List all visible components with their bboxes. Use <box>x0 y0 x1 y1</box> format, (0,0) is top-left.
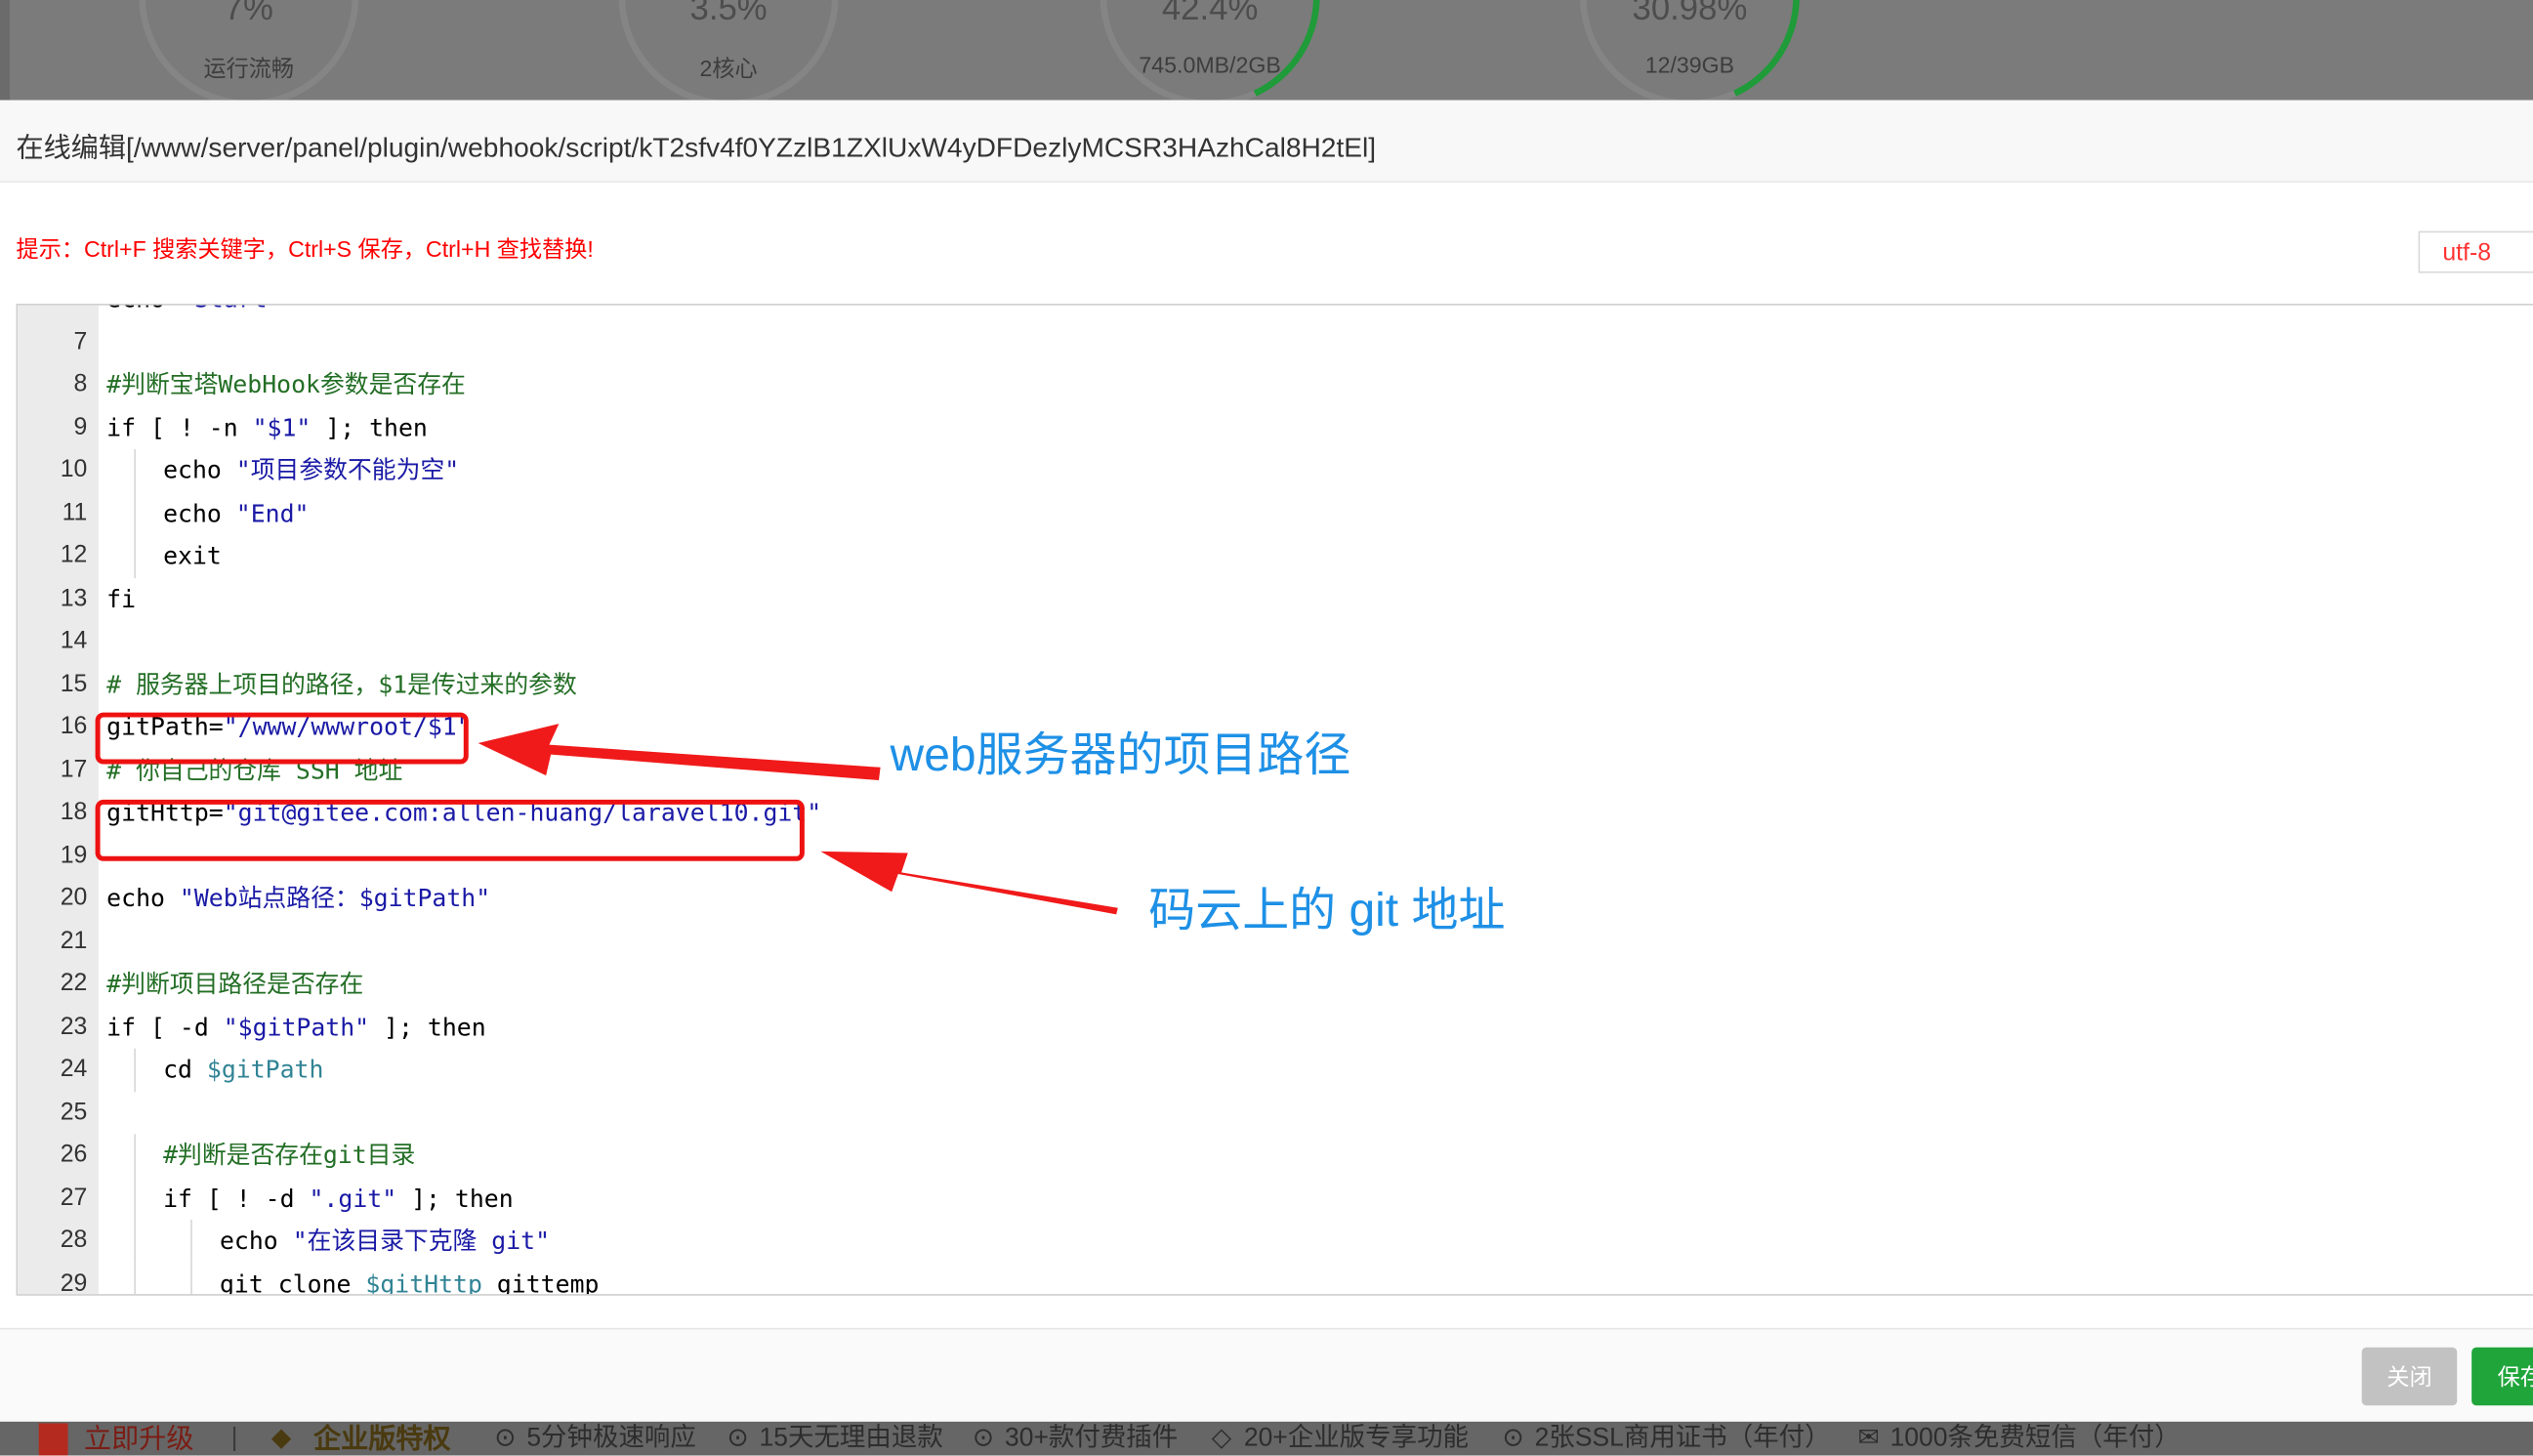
promo-item: 20+企业版专享功能 <box>1243 1425 1470 1453</box>
promo-item: 2张SSL商用证书（年付） <box>1534 1425 1831 1453</box>
path-annotation: web服务器的项目路径 <box>890 729 1351 782</box>
plugin-icon: ⊙ <box>972 1425 995 1453</box>
path-arrow <box>478 724 881 781</box>
promo-item: 5分钟极速响应 <box>526 1425 696 1453</box>
hot-tag-icon <box>38 1423 68 1456</box>
diamond-icon: ◆ <box>270 1425 292 1453</box>
promo-item: 30+款付费插件 <box>1004 1425 1179 1453</box>
clock-icon: ⊙ <box>494 1425 517 1453</box>
enterprise-privilege-link[interactable]: 企业版特权 <box>313 1422 451 1456</box>
screen: 7% 运行流畅 3.5% 2核心 42.4% 745.0MB/2GB 30.98… <box>0 0 2533 1456</box>
ssl-icon: ⊙ <box>1502 1425 1524 1453</box>
upgrade-link[interactable]: 立即升级 <box>84 1422 193 1456</box>
refund-icon: ⊙ <box>727 1425 749 1453</box>
promo-bar: 立即升级 | ◆ 企业版特权 ⊙ 5分钟极速响应 ⊙ 15天无理由退款 ⊙ 30… <box>0 1421 2533 1456</box>
mail-icon: ✉ <box>1857 1425 1880 1453</box>
close-button[interactable]: 关闭 <box>2361 1347 2458 1406</box>
promo-item: 1000条免费短信（年付） <box>1889 1425 2180 1453</box>
save-button[interactable]: 保存 <box>2471 1347 2533 1406</box>
promo-item: 15天无理由退款 <box>759 1425 943 1453</box>
git-arrow <box>820 851 1118 915</box>
promo-divider: | <box>230 1425 238 1453</box>
git-annotation: 码云上的 git 地址 <box>1148 885 1506 937</box>
feature-icon: ◇ <box>1211 1425 1232 1453</box>
modal-footer <box>0 1327 2533 1424</box>
